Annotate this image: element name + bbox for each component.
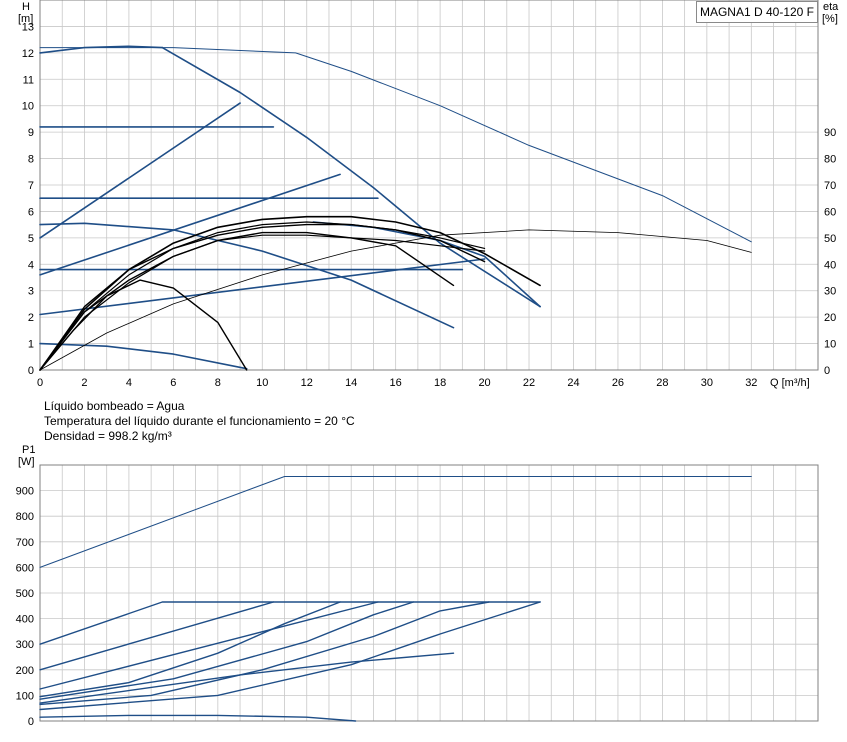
y-axis-unit: [W] (18, 456, 35, 468)
head-chart: 01234567891011121301020304050607080900 2 4… (18, 0, 839, 389)
x-tick-label: 24 (567, 377, 579, 389)
grid (39, 464, 819, 722)
x-tick-label: 28 (656, 377, 668, 389)
y-tick-label: 8 (28, 154, 34, 166)
y-tick-label: 400 (16, 614, 34, 626)
density-note: Densidad = 998.2 kg/m³ (44, 429, 172, 443)
y-tick-label: 3 (28, 286, 34, 298)
x-tick-label: 4 (126, 377, 132, 389)
y2-axis-label: eta (823, 1, 839, 13)
y-tick-label: 100 (16, 690, 34, 702)
x-tick-label: 0 (37, 377, 43, 389)
y-tick-label: 0 (28, 716, 34, 728)
y-axis-unit: [m] (18, 13, 33, 25)
x-tick-label: 2 (81, 377, 87, 389)
y2-axis-unit: [%] (822, 13, 838, 25)
y2-tick-label: 40 (824, 259, 836, 271)
y-tick-label: 12 (22, 48, 34, 60)
grid (39, 0, 819, 371)
y2-tick-label: 10 (824, 339, 836, 351)
y2-tick-label: 20 (824, 312, 836, 324)
curve-4 (39, 601, 379, 690)
y-axis-label: H (22, 1, 30, 13)
curve-9 (39, 222, 455, 329)
x-tick-label: 16 (390, 377, 402, 389)
y2-tick-label: 70 (824, 180, 836, 192)
x-tick-label: 6 (170, 377, 176, 389)
curve-2 (39, 601, 541, 645)
y-axis-label: P1 (22, 444, 35, 456)
power-chart: 0 100 200 300 400 500 600 700 800 900 P1[W] (16, 444, 819, 728)
y-tick-label: 5 (28, 233, 34, 245)
x-tick-label: 12 (301, 377, 313, 389)
y-tick-label: 800 (16, 511, 34, 523)
y-tick-label: 9 (28, 127, 34, 139)
y2-tick-label: 0 (824, 365, 830, 377)
x-tick-label: 32 (745, 377, 757, 389)
x-tick-label: 30 (701, 377, 713, 389)
y-tick-label: 700 (16, 537, 34, 549)
y2-tick-label: 50 (824, 233, 836, 245)
x-tick-label: 26 (612, 377, 624, 389)
x-axis-label: Q [m³/h] (770, 377, 810, 389)
y-tick-label: 0 (28, 365, 34, 377)
y-tick-label: 600 (16, 562, 34, 574)
x-tick-label: 14 (345, 377, 357, 389)
x-tick-label: 18 (434, 377, 446, 389)
model-label: MAGNA1 D 40-120 F (696, 1, 818, 23)
x-tick-label: 8 (215, 377, 221, 389)
y-tick-label: 7 (28, 180, 34, 192)
y-tick-label: 500 (16, 588, 34, 600)
y-tick-label: 11 (23, 74, 34, 86)
y2-tick-label: 80 (824, 154, 836, 166)
x-tick-label: 20 (478, 377, 490, 389)
y-tick-label: 1 (28, 339, 34, 351)
x-tick-label: 22 (523, 377, 535, 389)
y-tick-label: 4 (28, 259, 34, 271)
curve-10 (39, 342, 248, 370)
pump-curve-chart: 01234567891011121301020304050607080900 2 4… (16, 0, 839, 728)
y2-tick-label: 30 (824, 286, 836, 298)
y-tick-label: 300 (16, 639, 34, 651)
x-tick-label: 10 (256, 377, 268, 389)
y-tick-label: 200 (16, 665, 34, 677)
y-tick-label: 10 (22, 101, 34, 113)
y-tick-label: 900 (16, 486, 34, 498)
temperature-note: Temperatura del líquido durante el funci… (44, 414, 355, 428)
y2-tick-label: 60 (824, 206, 836, 218)
y-tick-label: 2 (28, 312, 34, 324)
y-tick-label: 6 (28, 206, 34, 218)
liquid-note: Líquido bombeado = Agua (44, 399, 185, 413)
curve-6 (39, 601, 415, 700)
y2-tick-label: 90 (824, 127, 836, 139)
curve-10 (39, 714, 357, 722)
